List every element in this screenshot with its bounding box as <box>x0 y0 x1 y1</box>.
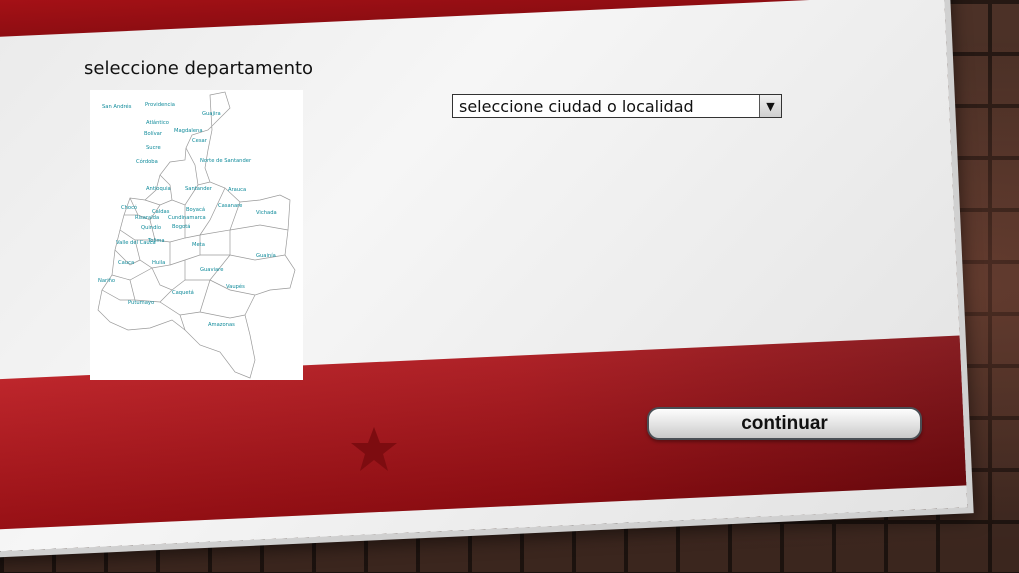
map-label-providencia[interactable]: Providencia <box>145 102 175 108</box>
map-label-guajira[interactable]: Guajira <box>202 111 221 117</box>
map-label-norte-de-santander[interactable]: Norte de Santander <box>200 158 252 164</box>
map-label-cundinamarca[interactable]: Cundinamarca <box>168 215 206 221</box>
colombia-department-map[interactable]: San Andrés Providencia Guajira Atlántico Mag… <box>90 90 303 380</box>
map-label-antioquia[interactable]: Antioquia <box>146 186 171 192</box>
city-locality-select[interactable]: seleccione ciudad o localidad ▼ <box>452 94 782 118</box>
map-label-sucre[interactable]: Sucre <box>146 145 161 151</box>
map-label-choc-[interactable]: Chocó <box>121 204 137 211</box>
dropdown-arrow-icon[interactable]: ▼ <box>759 95 781 117</box>
continue-button[interactable]: continuar <box>647 407 922 440</box>
map-label-cauca[interactable]: Cauca <box>118 260 134 266</box>
map-label-atl-ntico[interactable]: Atlántico <box>146 119 169 126</box>
map-label-c-rdoba[interactable]: Córdoba <box>136 158 158 165</box>
department-prompt: seleccione departamento <box>84 58 314 79</box>
slide-content: seleccione departamento San Andrés Provi… <box>0 0 1019 573</box>
map-label-caquet-[interactable]: Caquetá <box>172 289 194 296</box>
map-label-magdalena[interactable]: Magdalena <box>174 128 203 134</box>
map-label-cesar[interactable]: Cesar <box>192 138 208 144</box>
map-svg: San Andrés Providencia Guajira Atlántico Mag… <box>97 91 296 379</box>
map-label-san-andr-s[interactable]: San Andrés <box>102 103 132 110</box>
map-label-amazonas[interactable]: Amazonas <box>208 322 235 328</box>
map-label-guain-a[interactable]: Guainía <box>256 252 276 259</box>
map-label-arauca[interactable]: Arauca <box>228 187 246 193</box>
map-label-bol-var[interactable]: Bolívar <box>144 130 163 137</box>
map-label-quind-o[interactable]: Quindío <box>141 224 161 231</box>
map-label-boyac-[interactable]: Boyacá <box>186 206 205 213</box>
map-label-tolima[interactable]: Tolima <box>147 238 165 244</box>
city-select-value: seleccione ciudad o localidad <box>459 96 694 116</box>
map-label-casanare[interactable]: Casanare <box>218 203 242 209</box>
map-label-guaviare[interactable]: Guaviare <box>200 267 223 273</box>
map-label-santander[interactable]: Santander <box>185 186 213 192</box>
map-label-risaralda[interactable]: Risaralda <box>135 215 159 221</box>
map-label-nari-o[interactable]: Nariño <box>98 278 115 284</box>
star-icon <box>351 427 397 471</box>
map-label-putumayo[interactable]: Putumayo <box>128 300 154 306</box>
map-label-bogot-[interactable]: Bogotá <box>172 223 190 230</box>
map-label-vichada[interactable]: Vichada <box>256 210 277 216</box>
map-label-vaup-s[interactable]: Vaupés <box>226 283 245 290</box>
map-label-huila[interactable]: Huila <box>152 260 165 266</box>
map-label-meta[interactable]: Meta <box>192 242 205 248</box>
